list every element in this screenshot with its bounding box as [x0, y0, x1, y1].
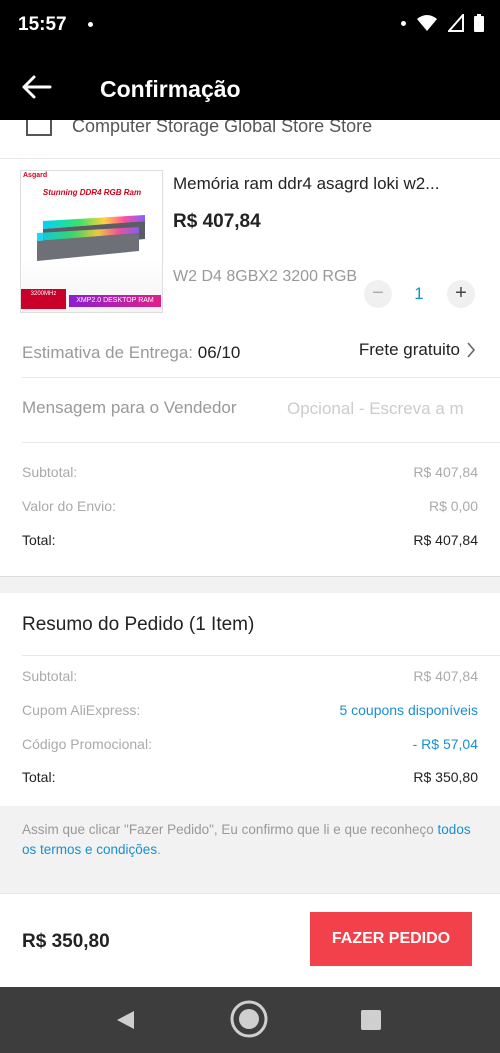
row-label: Subtotal: — [22, 668, 78, 684]
row-label: Subtotal: — [22, 464, 78, 480]
delivery-label: Estimativa de Entrega: — [22, 343, 198, 362]
dot-icon — [401, 20, 406, 26]
page-title: Confirmação — [100, 76, 241, 102]
store-icon — [26, 120, 52, 136]
store-shipping-row: Valor do Envio: R$ 0,00 — [22, 498, 478, 514]
product-title[interactable]: Memória ram ddr4 asagrd loki w2... — [173, 174, 483, 194]
chevron-right-icon — [467, 342, 476, 358]
row-value: R$ 350,80 — [413, 769, 478, 785]
status-icons — [401, 14, 484, 32]
system-nav-bar — [0, 987, 500, 1053]
row-label: Valor do Envio: — [22, 498, 116, 514]
divider — [22, 655, 500, 656]
shipping-option[interactable]: Frete gratuito — [359, 340, 476, 360]
promo-discount-value[interactable]: - R$ 57,04 — [413, 736, 478, 752]
row-value: R$ 407,84 — [413, 532, 478, 548]
product-image[interactable]: Asgard Stunning DDR4 RGB Ram 3200MHz XMP… — [20, 170, 163, 313]
section-separator — [0, 576, 500, 593]
shipping-label: Frete gratuito — [358, 340, 460, 359]
delivery-date: 06/10 — [197, 343, 241, 362]
nav-home-icon[interactable] — [229, 999, 269, 1039]
summary-subtotal-row: Subtotal: R$ 407,84 — [22, 668, 478, 684]
wifi-icon — [417, 15, 437, 31]
status-bar: 15:57 — [0, 0, 500, 52]
store-total-row: Total: R$ 407,84 — [22, 532, 478, 548]
image-speed-tag: 3200MHz — [21, 289, 66, 309]
back-arrow-icon[interactable] — [20, 72, 56, 102]
promo-code-row[interactable]: Código Promocional: - R$ 57,04 — [22, 736, 478, 752]
store-header[interactable]: Computer Storage Global Store Store — [0, 120, 500, 159]
status-time: 15:57 — [18, 14, 67, 35]
row-label: Total: — [22, 532, 56, 548]
notification-dot-icon — [88, 22, 93, 27]
row-value: R$ 0,00 — [428, 498, 478, 514]
ram-module-icon — [37, 215, 145, 261]
row-label: Código Promocional: — [22, 736, 152, 752]
product-variant[interactable]: W2 D4 8GBX2 3200 RGB — [173, 266, 363, 288]
quantity-decrease-button[interactable]: − — [364, 280, 392, 308]
signal-icon — [448, 14, 464, 32]
store-name: Computer Storage Global Store Store — [72, 120, 373, 136]
quantity-value: 1 — [414, 284, 424, 303]
final-total: R$ 350,80 — [22, 931, 110, 952]
product-price: R$ 407,84 — [173, 211, 261, 232]
image-brand: Asgard — [23, 172, 48, 179]
message-label: Mensagem para o Vendedor — [22, 398, 237, 417]
checkout-bar: R$ 350,80 FAZER PEDIDO — [0, 893, 500, 988]
store-subtotal-row: Subtotal: R$ 407,84 — [22, 464, 478, 480]
row-label: Cupom AliExpress: — [22, 702, 141, 718]
order-summary-title: Resumo do Pedido (1 Item) — [22, 614, 255, 635]
app-bar: Confirmação — [0, 52, 500, 120]
quantity-increase-button[interactable]: + — [447, 280, 475, 308]
delivery-estimate: Estimativa de Entrega: 06/10 — [22, 343, 240, 363]
battery-icon — [474, 14, 484, 32]
coupons-available-link[interactable]: 5 coupons disponíveis — [339, 702, 478, 718]
order-total-row: Total: R$ 350,80 — [22, 769, 478, 785]
divider — [22, 377, 500, 378]
nav-recents-icon[interactable] — [360, 1009, 382, 1031]
section-separator — [0, 868, 500, 893]
terms-text: Assim que clicar "Fazer Pedido", Eu conf… — [22, 820, 482, 860]
image-bottom-text: XMP2.0 DESKTOP RAM — [69, 295, 161, 307]
terms-end: . — [157, 842, 161, 857]
row-value: R$ 407,84 — [413, 464, 478, 480]
divider — [22, 442, 500, 443]
coupon-row[interactable]: Cupom AliExpress: 5 coupons disponíveis — [22, 702, 478, 718]
place-order-button[interactable]: FAZER PEDIDO — [310, 912, 472, 966]
row-value: R$ 407,84 — [413, 668, 478, 684]
seller-message-input[interactable] — [287, 397, 500, 421]
terms-notice: Assim que clicar "Fazer Pedido", Eu conf… — [0, 806, 500, 868]
terms-body: Assim que clicar "Fazer Pedido", Eu conf… — [22, 822, 438, 837]
nav-back-icon[interactable] — [114, 1009, 136, 1031]
image-banner-text: Stunning DDR4 RGB Ram — [42, 188, 142, 197]
row-label: Total: — [22, 769, 56, 785]
